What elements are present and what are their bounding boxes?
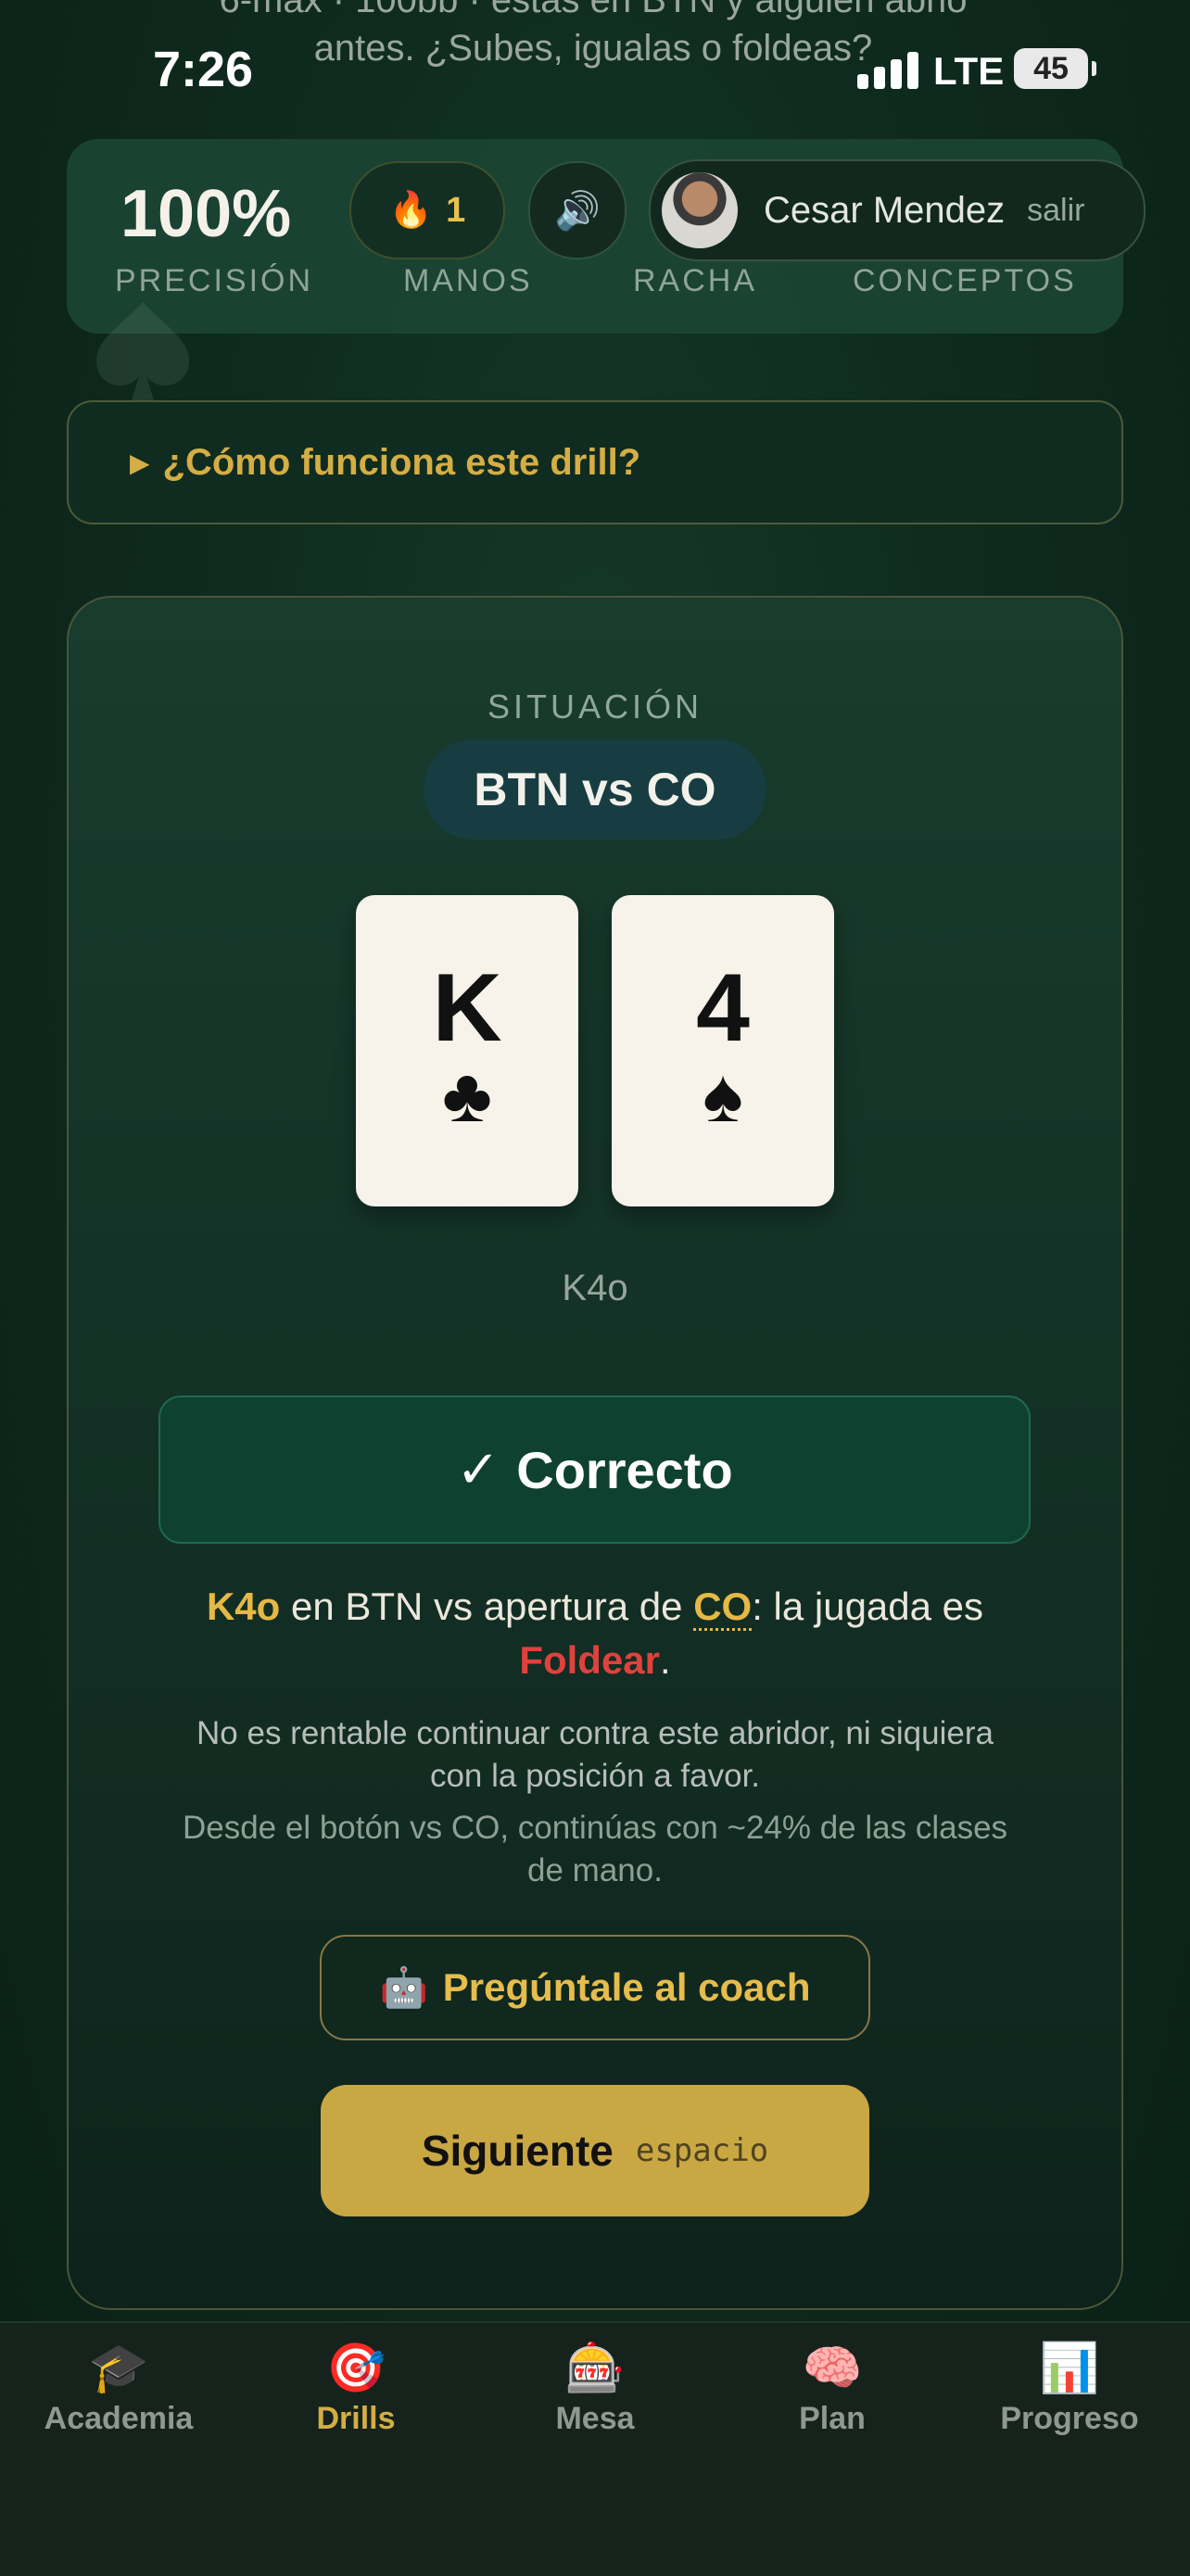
concepts-label: CONCEPTOS xyxy=(853,263,1077,298)
card-rank: K xyxy=(432,954,502,1062)
check-icon: ✓ xyxy=(456,1440,500,1498)
ask-coach-button[interactable]: 🤖 Pregúntale al coach xyxy=(320,1935,870,2040)
logout-link[interactable]: salir xyxy=(1027,193,1084,229)
nav-label: Plan xyxy=(799,2401,866,2436)
nav-plan[interactable]: 🧠 Plan xyxy=(749,2340,916,2437)
graduation-cap-icon: 🎓 xyxy=(88,2342,149,2395)
result-action: Foldear xyxy=(519,1638,661,1682)
robot-icon: 🤖 xyxy=(379,1964,428,2009)
sound-toggle-button[interactable]: 🔊 xyxy=(528,161,627,259)
battery-icon: 45 xyxy=(1014,48,1096,89)
status-time: 7:26 xyxy=(153,42,254,97)
play-triangle-icon: ▶ xyxy=(130,448,150,477)
user-pill[interactable]: Cesar Mendez salir xyxy=(649,159,1146,261)
hand-code: K4o xyxy=(562,1268,628,1308)
club-suit-icon: ♣ xyxy=(442,1054,492,1138)
precision-value: 100% xyxy=(120,177,292,251)
streak-value: 1 xyxy=(446,190,466,230)
spade-watermark-icon xyxy=(96,302,189,400)
help-label: ¿Cómo funciona este drill? xyxy=(162,441,641,483)
nav-drills[interactable]: 🎯 Drills xyxy=(272,2340,439,2437)
nav-label: Progreso xyxy=(1000,2401,1139,2436)
explanation-primary: No es rentable continuar contra este abr… xyxy=(196,1715,994,1794)
status-bar: 6-max · 100bb · estás en BTN y alguien a… xyxy=(0,0,1190,139)
signal-strength-icon xyxy=(857,48,922,89)
result-summary: K4o en BTN vs apertura de CO: la jugada … xyxy=(158,1580,1032,1687)
explanation-secondary: Desde el botón vs CO, continúas con ~24%… xyxy=(182,1810,1008,1888)
spade-suit-icon: ♠ xyxy=(703,1054,743,1138)
brain-icon: 🧠 xyxy=(802,2342,863,2395)
nav-label: Mesa xyxy=(555,2401,635,2436)
speaker-icon: 🔊 xyxy=(554,190,601,232)
user-name: Cesar Mendez xyxy=(764,189,1006,231)
hands-label: MANOS xyxy=(403,263,533,298)
result-text-part: en BTN vs apertura de xyxy=(280,1585,694,1628)
slot-machine-icon: 🎰 xyxy=(564,2342,626,2395)
target-icon: 🎯 xyxy=(325,2342,386,2395)
nav-mesa[interactable]: 🎰 Mesa xyxy=(512,2340,678,2437)
streak-pill: 🔥 1 xyxy=(349,161,505,259)
nav-academia[interactable]: 🎓 Academia xyxy=(35,2340,202,2437)
shortcut-hint: espacio xyxy=(635,2132,769,2169)
card-rank: 4 xyxy=(696,954,750,1062)
nav-label: Drills xyxy=(316,2401,396,2436)
coach-label: Pregúntale al coach xyxy=(442,1965,811,2009)
situation-label: SITUACIÓN xyxy=(487,688,703,726)
opener-position-link[interactable]: CO xyxy=(693,1585,753,1631)
result-text-part: : la jugada es xyxy=(752,1585,984,1628)
streak-label: RACHA xyxy=(633,263,758,298)
playing-card-2: 4 ♠ xyxy=(612,895,834,1206)
next-label: Siguiente xyxy=(421,2127,614,2175)
next-button[interactable]: Siguiente espacio xyxy=(321,2085,869,2216)
result-text-end: . xyxy=(660,1638,671,1682)
network-label: LTE xyxy=(933,49,1005,93)
bar-chart-icon: 📊 xyxy=(1039,2342,1100,2395)
playing-card-1: K ♣ xyxy=(356,895,578,1206)
result-label: Correcto xyxy=(516,1440,733,1499)
avatar xyxy=(662,172,738,248)
help-toggle[interactable]: ▶ ¿Cómo funciona este drill? xyxy=(67,400,1123,524)
nav-progreso[interactable]: 📊 Progreso xyxy=(986,2340,1153,2437)
fire-icon: 🔥 xyxy=(388,191,434,230)
result-banner: ✓ Correcto xyxy=(158,1395,1031,1544)
matchup-badge: BTN vs CO xyxy=(424,739,766,840)
result-hand: K4o xyxy=(206,1585,281,1628)
nav-label: Academia xyxy=(44,2401,194,2436)
